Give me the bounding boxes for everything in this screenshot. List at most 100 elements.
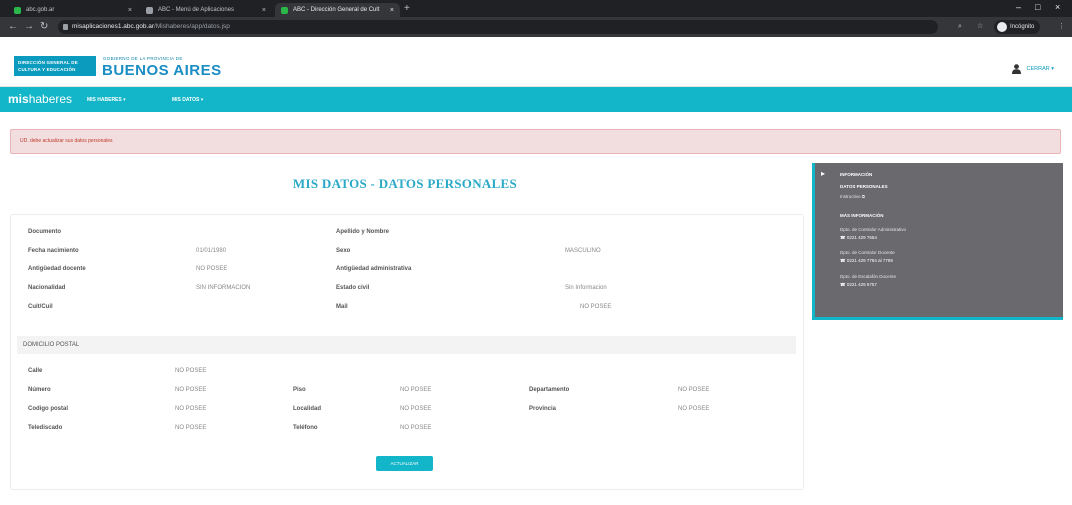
logo-badge[interactable]: DIRECCIÓN GENERAL DE CULTURA Y EDUCACIÓN [14,56,96,76]
field-value: NO POSEE [175,425,207,431]
forward-icon[interactable]: → [24,21,34,33]
user-menu-label: CERRAR ▾ [1026,66,1054,72]
field-value: NO POSEE [400,406,432,412]
section-header: DOMICILIO POSTAL [17,336,796,354]
field-label: Piso [293,387,306,393]
field-label: Apellido y Nombre [336,229,390,235]
address-bar[interactable]: misaplicaciones1.abc.gob.ar/Mishaberes/a… [58,20,938,34]
browser-tab-strip: abc.gob.ar × ABC - Menú de Aplicaciones … [0,0,1072,17]
nav-mis-haberes[interactable]: MIS HABERES ▾ [87,97,126,103]
alert-banner: UD. debe actualizar sus datos personales [10,129,1061,154]
star-icon[interactable]: ☆ [977,20,983,34]
phone-icon: ☎ [840,235,847,240]
tab-title: abc.gob.ar [26,7,55,13]
main-navbar: mishaberes MIS HABERES ▾ MIS DATOS ▾ [0,87,1072,112]
close-icon[interactable]: × [256,7,266,14]
phone-number: 0221 429 7654 [846,235,877,240]
logo-subtitle: GOBIERNO DE LA PROVINCIA DE [103,56,183,61]
browser-tab-active[interactable]: ABC - Dirección General de Cult × [275,3,400,17]
phone-number: 0221 429 5757 [846,282,877,287]
lock-icon [63,24,68,30]
field-value: NO POSEE [678,387,710,393]
close-icon[interactable]: × [384,7,394,14]
field-label: Cuit/Cuil [28,304,53,310]
incognito-icon [997,22,1007,32]
info-panel: ▸ INFORMACIÓN DATOS PERSONALES Instructi… [812,163,1063,320]
user-icon [1012,64,1022,74]
contact-name: Dpto. de Escalafón Docente [840,274,897,279]
logo-title: BUENOS AIRES [102,62,222,79]
profile-label: Incógnito [1010,24,1035,30]
field-label: Documento [28,229,61,235]
browser-tab[interactable]: abc.gob.ar × [8,3,138,17]
field-value: NO POSEE [196,266,228,272]
minimize-icon[interactable]: – [1016,2,1021,12]
contact-phone: ☎ 0221 429 7654 [840,235,877,241]
field-label: Calle [28,368,43,374]
field-label: Fecha nacimiento [28,248,79,254]
update-button[interactable]: ACTUALIZAR [376,456,433,471]
field-value: NO POSEE [400,425,432,431]
close-icon[interactable]: × [122,7,132,14]
field-value: NO POSEE [175,387,207,393]
zoom-icon[interactable]: ⌕ [958,20,962,34]
tab-title: ABC - Dirección General de Cult [293,7,380,13]
field-value: NO POSEE [175,368,207,374]
chevron-right-icon[interactable]: ▸ [821,169,825,178]
profile-button[interactable]: Incógnito [994,20,1041,34]
field-value: 01/01/1980 [196,248,227,254]
phone-number: 0221 429 7784 al 7789 [846,258,893,263]
favicon-icon [281,6,288,14]
logo-line: DIRECCIÓN GENERAL DE [18,60,78,65]
url-path: /Mishaberes/app/datos.jsp [154,23,230,30]
user-menu[interactable]: CERRAR ▾ [1012,64,1054,74]
field-label: Antigüedad administrativa [336,266,412,272]
contact-phone: ☎ 0221 429 5757 [840,282,877,288]
field-label: Antigüedad docente [28,266,86,272]
field-value: Sin Informacion [565,285,607,291]
close-window-icon[interactable]: × [1055,2,1060,12]
field-value: NO POSEE [580,304,612,310]
brand-logo[interactable]: mishaberes [8,92,72,106]
contact-phone: ☎ 0221 429 7784 al 7789 [840,258,893,264]
reload-icon[interactable]: ↻ [40,21,48,33]
favicon-icon [146,6,153,14]
phone-icon: ☎ [840,282,847,287]
new-tab-button[interactable]: + [404,3,410,15]
page-title: MIS DATOS - DATOS PERSONALES [292,176,518,191]
brand-rest: haberes [28,92,73,106]
favicon-icon [14,6,21,14]
field-label: Teléfono [293,425,318,431]
field-value: NO POSEE [678,406,710,412]
back-icon[interactable]: ← [8,21,18,33]
external-link-icon: ⧉ [861,194,865,199]
field-label: Nacionalidad [28,285,66,291]
info-subheading: DATOS PERSONALES [840,184,888,189]
field-value: NO POSEE [175,406,207,412]
brand-bold: mis [8,92,29,106]
nav-mis-datos[interactable]: MIS DATOS ▾ [172,97,203,103]
info-heading: INFORMACIÓN [840,172,873,177]
browser-tab[interactable]: ABC - Menú de Aplicaciones × [140,3,272,17]
contact-name: Dpto. de Contralor Docente [840,250,895,255]
field-value: NO POSEE [400,387,432,393]
field-label: Telediscado [28,425,63,431]
menu-icon[interactable]: ⋮ [1058,20,1065,34]
instructivo-label: Instructivo [840,194,861,199]
field-value: SIN INFORMACION [196,285,251,291]
phone-icon: ☎ [840,258,847,263]
instructivo-link[interactable]: Instructivo ⧉ [840,194,865,199]
field-label: Provincia [529,406,557,412]
maximize-icon[interactable]: □ [1035,2,1040,12]
contact-name: Dpto. de Contralor Administrativo [840,227,907,232]
logo-line: CULTURA Y EDUCACIÓN [18,67,76,72]
field-label: Codigo postal [28,406,68,412]
field-label: Localidad [293,406,322,412]
field-label: Número [28,387,51,393]
field-label: Sexo [336,248,351,254]
field-value: MASCULINO [565,248,601,254]
field-label: Mail [336,304,348,310]
field-label: Departamento [529,387,570,393]
info-subheading: MÁS INFORMACIÓN [840,213,884,218]
browser-toolbar: ← → ↻ misaplicaciones1.abc.gob.ar/Mishab… [0,17,1072,37]
